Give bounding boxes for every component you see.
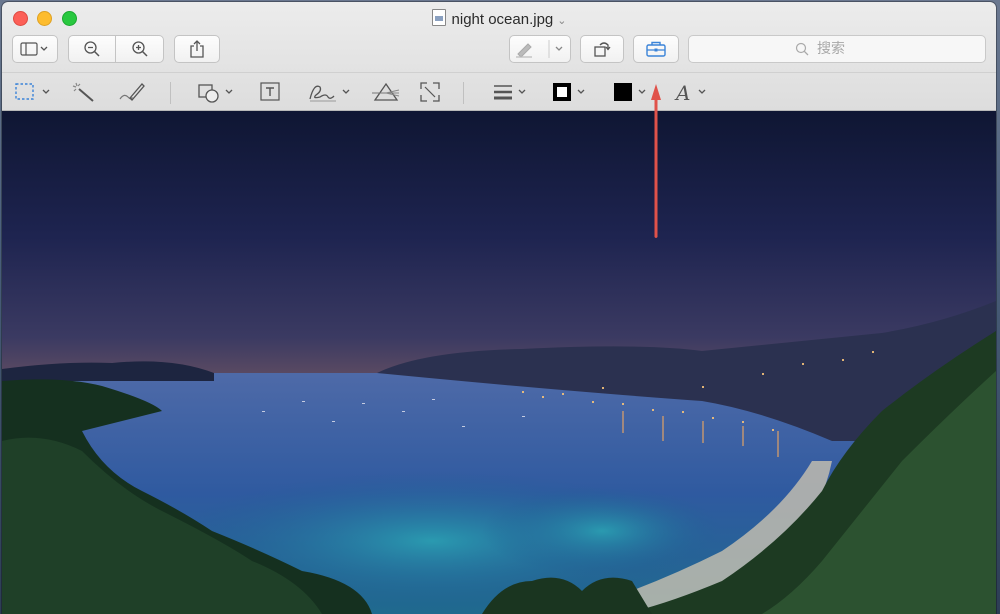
shapes-tool[interactable] bbox=[197, 80, 239, 104]
svg-text:A: A bbox=[674, 81, 690, 103]
fill-color-icon bbox=[614, 83, 646, 101]
sketch-tool[interactable] bbox=[118, 80, 146, 104]
share-button[interactable] bbox=[174, 35, 220, 63]
prism-icon bbox=[372, 82, 400, 101]
chevron-down-icon: ⌄ bbox=[557, 15, 567, 27]
markup-separator bbox=[170, 82, 171, 104]
line-style-icon bbox=[494, 85, 526, 100]
border-color-icon bbox=[553, 83, 585, 101]
markup-separator bbox=[463, 82, 464, 104]
zoom-out-icon bbox=[84, 41, 100, 57]
sign-tool[interactable] bbox=[308, 80, 356, 104]
preview-window: night ocean.jpg ⌄ 搜索 A bbox=[2, 2, 996, 614]
window-title-text: night ocean.jpg bbox=[451, 11, 554, 28]
search-field[interactable] bbox=[688, 35, 986, 63]
line-style-tool[interactable] bbox=[492, 80, 534, 104]
text-box-icon bbox=[260, 82, 280, 101]
window-title[interactable]: night ocean.jpg ⌄ bbox=[2, 9, 996, 28]
search-input[interactable] bbox=[815, 40, 879, 58]
signature-icon bbox=[309, 85, 350, 102]
border-color-tool[interactable] bbox=[551, 80, 593, 104]
rectangular-selection-icon bbox=[15, 83, 50, 100]
rotate-button[interactable] bbox=[580, 35, 624, 63]
share-icon bbox=[190, 40, 204, 58]
rotate-icon bbox=[594, 42, 611, 57]
toolbar-area: night ocean.jpg ⌄ 搜索 A bbox=[2, 2, 996, 111]
sidebar-icon bbox=[20, 42, 48, 56]
sidebar-view-button[interactable] bbox=[12, 35, 58, 63]
adjust-color-tool[interactable] bbox=[372, 80, 400, 104]
pencil-sketch-icon bbox=[119, 83, 145, 101]
pen-icon bbox=[516, 40, 563, 58]
zoom-out-button[interactable] bbox=[68, 35, 116, 63]
document-icon bbox=[431, 9, 446, 26]
zoom-in-button[interactable] bbox=[115, 35, 164, 63]
instant-alpha-tool[interactable] bbox=[71, 80, 97, 104]
toolbar-divider bbox=[2, 72, 996, 73]
highlight-button[interactable] bbox=[509, 35, 571, 63]
text-style-icon: A bbox=[674, 81, 706, 103]
annotation-arrow-icon bbox=[651, 84, 661, 238]
text-style-tool[interactable]: A bbox=[674, 80, 714, 104]
fill-color-tool[interactable] bbox=[612, 80, 654, 104]
shapes-icon bbox=[198, 84, 233, 103]
selection-tool[interactable] bbox=[14, 80, 56, 104]
search-icon bbox=[795, 42, 809, 56]
markup-toolbox-button[interactable] bbox=[633, 35, 679, 63]
resize-icon bbox=[420, 82, 440, 102]
text-tool[interactable] bbox=[259, 80, 283, 104]
image-canvas[interactable] bbox=[2, 111, 996, 614]
toolbox-icon bbox=[646, 41, 666, 57]
magic-wand-icon bbox=[72, 82, 94, 102]
zoom-in-icon bbox=[131, 41, 148, 57]
night-ocean-photo bbox=[2, 111, 996, 614]
adjust-size-tool[interactable] bbox=[419, 80, 441, 104]
